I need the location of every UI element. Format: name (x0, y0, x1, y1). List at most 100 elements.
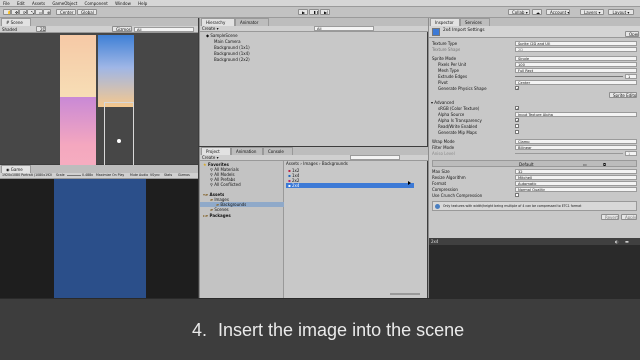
sprite-background-1x4[interactable] (98, 35, 134, 107)
hierarchy-item[interactable]: Background (1x4) (214, 51, 250, 56)
pivot-toggle[interactable]: Center (56, 9, 76, 15)
alpha-transparency-checkbox[interactable]: ✓ (515, 118, 519, 123)
hierarchy-item[interactable]: Background (2x2) (214, 57, 250, 62)
menu-component[interactable]: Component (85, 0, 108, 7)
vsync-toggle[interactable]: VSync (150, 173, 160, 178)
layout-dropdown[interactable]: Layout ▾ (608, 9, 634, 15)
pivot-dropdown[interactable]: Center (515, 80, 637, 85)
folder-scenes[interactable]: ▰ Scenes (210, 207, 229, 212)
rotate-tool-button[interactable]: ⟳ (19, 9, 27, 15)
tab-animator[interactable]: Animator (235, 18, 269, 26)
android-platform-icon[interactable]: ◘ (603, 162, 606, 167)
aniso-slider[interactable] (515, 153, 623, 154)
layers-dropdown[interactable]: Layers ▾ (580, 9, 604, 15)
step-button[interactable]: ▶| (320, 9, 330, 15)
texture-shape-dropdown[interactable]: 2D (515, 47, 637, 52)
hierarchy-item[interactable]: Background (1x1) (214, 45, 250, 50)
sprite-mode-dropdown[interactable]: Single (515, 56, 637, 61)
menu-file[interactable]: File (3, 0, 10, 7)
scene-gizmos-dropdown[interactable]: Gizmos ▾ (112, 26, 132, 32)
game-viewport[interactable] (54, 179, 146, 298)
scale-tool-button[interactable]: ⤡ (27, 9, 35, 15)
generate-physics-checkbox[interactable]: ✓ (515, 86, 519, 91)
tab-hierarchy[interactable]: Hierarchy (201, 18, 235, 26)
alpha-source-dropdown[interactable]: Input Texture Alpha (515, 112, 637, 117)
resolution-dropdown[interactable]: 1920x1080 Portrait (1080x1920) (2, 173, 52, 178)
scene-tab-bar: # Scene (0, 18, 198, 26)
tab-scene[interactable]: # Scene (1, 18, 31, 26)
project-breadcrumb[interactable]: Assets › Images › Backgrounds (286, 161, 348, 166)
extrude-edges-input[interactable]: 1 (625, 74, 637, 79)
crunch-compression-checkbox[interactable] (515, 193, 519, 197)
filter-mode-dropdown[interactable]: Bilinear (515, 145, 637, 150)
hierarchy-item[interactable]: Main Camera (214, 39, 241, 44)
hierarchy-create-dropdown[interactable]: Create ▾ (202, 26, 219, 31)
menu-help[interactable]: Help (138, 0, 147, 7)
standalone-platform-icon[interactable]: ▭ (583, 162, 587, 167)
mip-slider-icon[interactable]: ▬ (625, 239, 629, 244)
mute-audio-toggle[interactable]: Mute Audio (130, 173, 148, 178)
advanced-foldout[interactable]: ▾ Advanced (431, 100, 454, 105)
packages-folder[interactable]: ▸▰ Packages (203, 213, 231, 218)
format-dropdown[interactable]: Automatic (515, 181, 637, 186)
max-size-dropdown[interactable]: 32 (515, 169, 637, 174)
play-button[interactable]: ▶ (298, 9, 308, 15)
file-item-selected[interactable]: ▪ 2x4 (286, 183, 414, 188)
menu-assets[interactable]: Assets (32, 0, 45, 7)
scene-root-item[interactable]: ◆ SampleScene (206, 33, 238, 38)
rect-tool-button[interactable]: ▭ (35, 9, 43, 15)
texture-type-dropdown[interactable]: Sprite (2D and UI) (515, 41, 637, 46)
row-label: Pixels Per Unit (438, 62, 467, 67)
read-write-checkbox[interactable] (515, 124, 519, 128)
tab-project[interactable]: Project (201, 147, 231, 155)
project-create-dropdown[interactable]: Create ▾ (202, 155, 219, 160)
tab-services[interactable]: Services (460, 18, 490, 26)
hand-tool-button[interactable]: ✋ (3, 9, 11, 15)
wrap-mode-dropdown[interactable]: Clamp (515, 139, 637, 144)
apply-button[interactable]: Apply (621, 214, 637, 220)
tab-game[interactable]: ◉ Game (1, 165, 31, 173)
project-zoom-slider[interactable] (390, 293, 420, 295)
collab-dropdown[interactable]: Collab ▾ (508, 9, 530, 15)
scene-search-input[interactable]: All (134, 27, 194, 32)
cloud-button[interactable]: ☁ (532, 9, 542, 15)
sprite-editor-button[interactable]: Sprite Editor (609, 92, 637, 98)
mip-maps-checkbox[interactable] (515, 130, 519, 134)
row-label: Texture Type (432, 41, 458, 46)
transform-tool-button[interactable]: ⊕ (43, 9, 51, 15)
caption-text: Insert the image into the scene (218, 320, 465, 340)
menu-window[interactable]: Window (115, 0, 131, 7)
project-search-input[interactable] (350, 155, 400, 160)
compression-dropdown[interactable]: Normal Quality (515, 187, 637, 192)
account-dropdown[interactable]: Account ▾ (546, 9, 570, 15)
tab-animation[interactable]: Animation (231, 147, 263, 155)
revert-button[interactable]: Revert (601, 214, 619, 220)
inspector-open-button[interactable]: Open (625, 31, 639, 37)
scale-slider[interactable] (67, 175, 81, 176)
menu-edit[interactable]: Edit (17, 0, 25, 7)
tab-console[interactable]: Console (263, 147, 293, 155)
stats-toggle[interactable]: Stats (164, 173, 172, 178)
row-label: Use Crunch Compression (432, 193, 483, 198)
shading-dropdown[interactable]: Shaded (2, 27, 17, 32)
aniso-input[interactable]: 1 (625, 151, 637, 156)
warning-box: Only textures with width/height being mu… (432, 201, 637, 211)
maximize-on-play-toggle[interactable]: Maximize On Play (96, 173, 124, 178)
row-label: Format (432, 181, 447, 186)
mesh-type-dropdown[interactable]: Full Rect (515, 68, 637, 73)
pixels-per-unit-input[interactable]: 100 (515, 62, 637, 67)
game-gizmos-toggle[interactable]: Gizmos (178, 173, 190, 178)
rgb-channel-icon[interactable]: ◐ (615, 239, 619, 244)
hierarchy-search-input[interactable]: All (314, 26, 374, 31)
favorite-item[interactable]: ⚲ All Conflicted (210, 182, 241, 187)
platform-default-tab[interactable]: Default (519, 162, 534, 167)
menu-gameobject[interactable]: GameObject (52, 0, 77, 7)
2d-toggle[interactable]: 2D (36, 26, 46, 32)
tab-inspector[interactable]: Inspector (430, 18, 460, 26)
resize-algorithm-dropdown[interactable]: Mitchell (515, 175, 637, 180)
space-toggle[interactable]: Global (77, 9, 97, 15)
extrude-edges-slider[interactable] (515, 76, 623, 77)
pause-button[interactable]: ❚❚ (309, 9, 319, 15)
srgb-checkbox[interactable]: ✓ (515, 106, 519, 111)
move-tool-button[interactable]: ✥ (11, 9, 19, 15)
